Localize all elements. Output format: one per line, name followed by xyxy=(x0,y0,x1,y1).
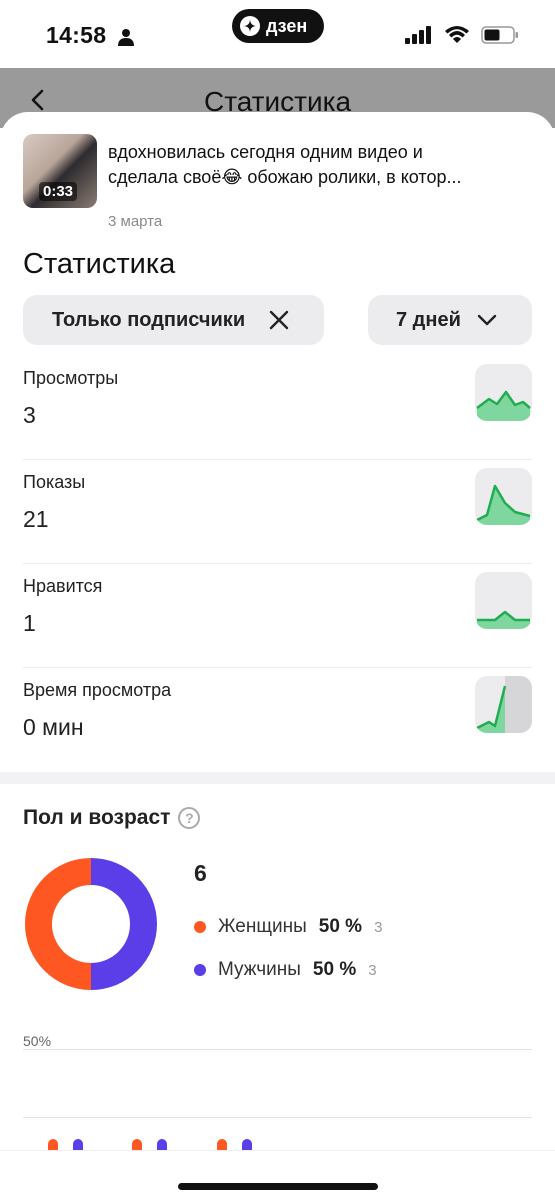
stats-heading: Статистика xyxy=(23,248,176,280)
metric-value: 21 xyxy=(23,506,49,532)
period-select-chip[interactable]: 7 дней xyxy=(368,295,532,345)
metric-views[interactable]: Просмотры 3 xyxy=(23,356,532,460)
video-date: 3 марта xyxy=(108,213,163,230)
legend-label: Женщины xyxy=(218,916,307,937)
video-caption-line1: вдохновилась сегодня одним видео и xyxy=(108,142,423,162)
gender-total: 6 xyxy=(194,860,207,886)
person-icon xyxy=(118,29,134,46)
views-sparkline xyxy=(475,364,532,421)
video-thumbnail[interactable]: 0:33 xyxy=(23,134,97,208)
grid-line xyxy=(23,1049,532,1050)
dzen-logo-icon xyxy=(240,16,260,36)
legend-male: Мужчины 50 % 3 xyxy=(194,959,377,981)
metric-label: Нравится xyxy=(23,576,103,596)
status-bar: 14:58 дзен xyxy=(0,0,555,68)
gender-age-heading: Пол и возраст ? xyxy=(23,806,201,830)
help-icon[interactable]: ? xyxy=(178,807,201,829)
dzen-label: дзен xyxy=(266,15,308,36)
chevron-down-icon xyxy=(477,314,497,326)
bottom-bar xyxy=(0,1150,555,1200)
watch-time-sparkline xyxy=(475,676,532,733)
wifi-icon xyxy=(445,26,469,43)
metric-label: Показы xyxy=(23,472,86,492)
metric-likes[interactable]: Нравится 1 xyxy=(23,564,532,668)
female-dot-icon xyxy=(194,921,206,933)
metric-value: 1 xyxy=(23,610,36,636)
battery-icon xyxy=(481,26,518,44)
metric-label: Просмотры xyxy=(23,368,119,388)
status-time: 14:58 xyxy=(46,22,107,48)
video-caption-line2: сделала своё😂 обожаю ролики, в котор... xyxy=(108,167,462,187)
gender-age-title: Пол и возраст xyxy=(23,806,171,829)
legend-percent: 50 % xyxy=(312,959,357,980)
legend-label: Мужчины xyxy=(218,959,301,980)
subscribers-filter-chip[interactable]: Только подписчики xyxy=(23,295,324,345)
impressions-sparkline xyxy=(475,468,532,525)
gender-donut-chart xyxy=(25,858,157,990)
metric-watch-time[interactable]: Время просмотра 0 мин xyxy=(23,668,532,772)
likes-sparkline xyxy=(475,572,532,629)
home-indicator[interactable] xyxy=(178,1183,378,1190)
close-icon[interactable] xyxy=(268,309,290,331)
grid-line xyxy=(23,1117,532,1118)
metric-value: 3 xyxy=(23,402,36,428)
video-duration: 0:33 xyxy=(39,182,78,201)
legend-count: 3 xyxy=(374,918,383,936)
video-item[interactable]: 0:33 вдохновилась сегодня одним видео и … xyxy=(23,134,535,230)
legend-female: Женщины 50 % 3 xyxy=(194,916,382,938)
metric-impressions[interactable]: Показы 21 xyxy=(23,460,532,564)
metric-label: Время просмотра xyxy=(23,680,172,700)
dzen-badge[interactable]: дзен xyxy=(232,9,324,43)
period-label: 7 дней xyxy=(396,308,461,331)
legend-percent: 50 % xyxy=(318,916,363,937)
metric-value: 0 мин xyxy=(23,714,84,740)
male-dot-icon xyxy=(194,964,206,976)
legend-count: 3 xyxy=(368,961,377,979)
video-caption: вдохновилась сегодня одним видео и сдела… xyxy=(108,140,535,190)
filter-label: Только подписчики xyxy=(52,308,246,331)
age-axis-label: 50% xyxy=(23,1033,52,1049)
section-divider xyxy=(0,772,555,784)
stats-sheet: 0:33 вдохновилась сегодня одним видео и … xyxy=(0,112,555,1200)
signal-icon xyxy=(405,26,431,44)
status-indicators xyxy=(405,26,519,44)
